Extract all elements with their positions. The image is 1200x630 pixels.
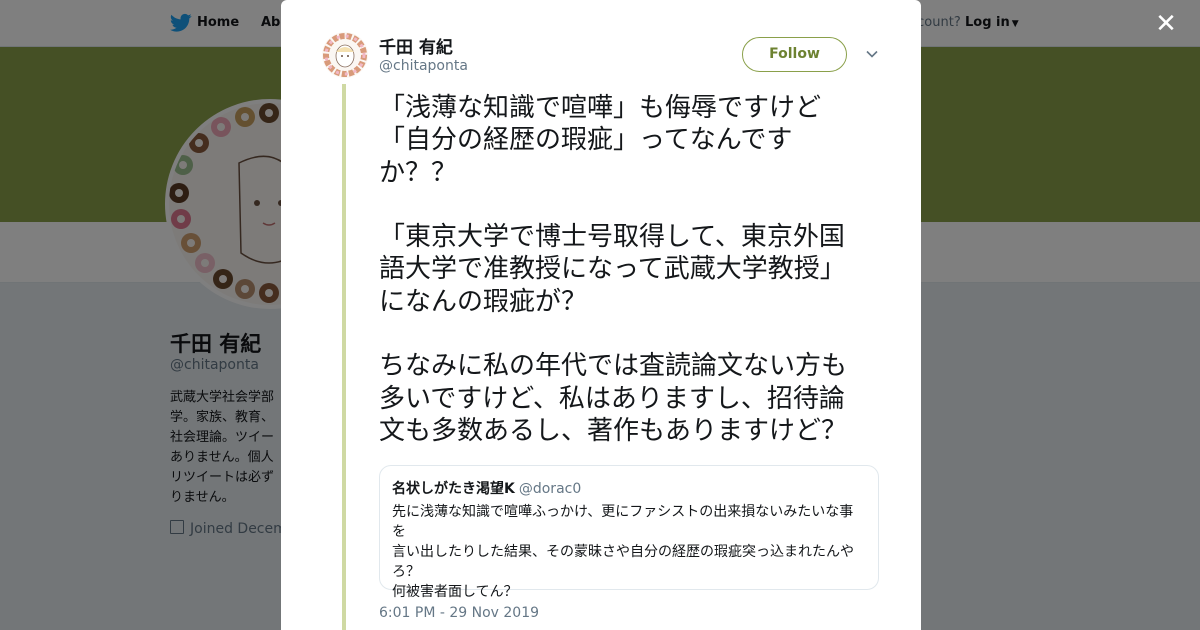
quoted-author-handle: @dorac0 [518, 481, 582, 497]
tweet-text: 「浅薄な知識で喧嘩」も侮辱ですけど 「自分の経歴の瑕疵」ってなんです か？？ 「… [379, 93, 848, 446]
thread-line [342, 84, 346, 630]
tweet-author-handle[interactable]: @chitaponta [379, 58, 468, 74]
follow-button[interactable]: Follow [742, 37, 847, 72]
quoted-author-name: 名状しがたき渇望K [392, 481, 515, 497]
quoted-tweet-header: 名状しがたき渇望K @dorac0 [392, 478, 866, 499]
quoted-tweet[interactable]: 名状しがたき渇望K @dorac0 先に浅薄な知識で喧嘩ふっかけ、更にファシストの… [379, 465, 879, 600]
quoted-tweet-text: 先に浅薄な知識で喧嘩ふっかけ、更にファシストの出来損ないみたいな事を 言い出した… [392, 504, 854, 600]
close-icon[interactable]: ✕ [1155, 11, 1177, 37]
chevron-down-icon[interactable] [865, 47, 879, 61]
tweet-author-name[interactable]: 千田 有紀 [379, 33, 453, 58]
tweet-timestamp[interactable]: 6:01 PM - 29 Nov 2019 [379, 605, 539, 621]
tweet-author-avatar[interactable] [322, 32, 368, 78]
donut-ring-avatar-small [322, 32, 368, 78]
tweet-modal: 千田 有紀 @chitaponta Follow 「浅薄な知識で喧嘩」も侮辱です… [281, 0, 921, 630]
